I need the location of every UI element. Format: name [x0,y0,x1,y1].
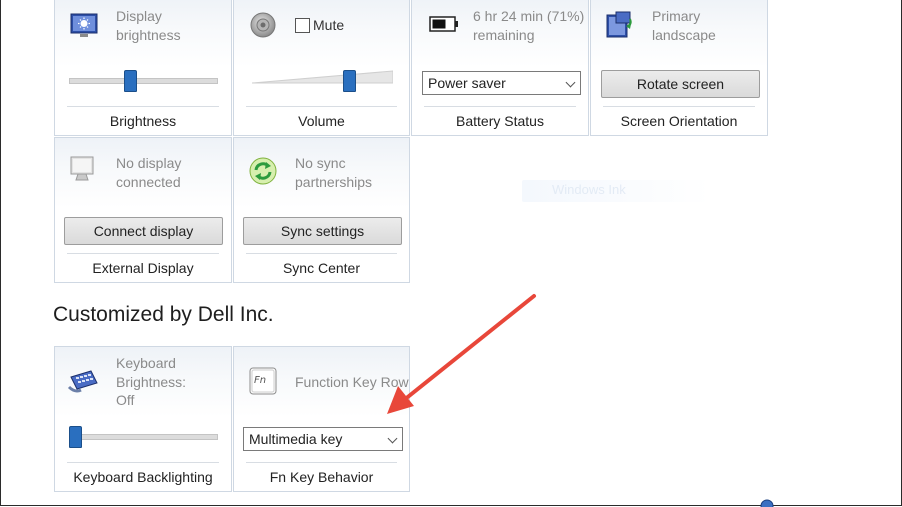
partial-help-icon [760,499,774,507]
annotation-arrow [387,294,536,414]
